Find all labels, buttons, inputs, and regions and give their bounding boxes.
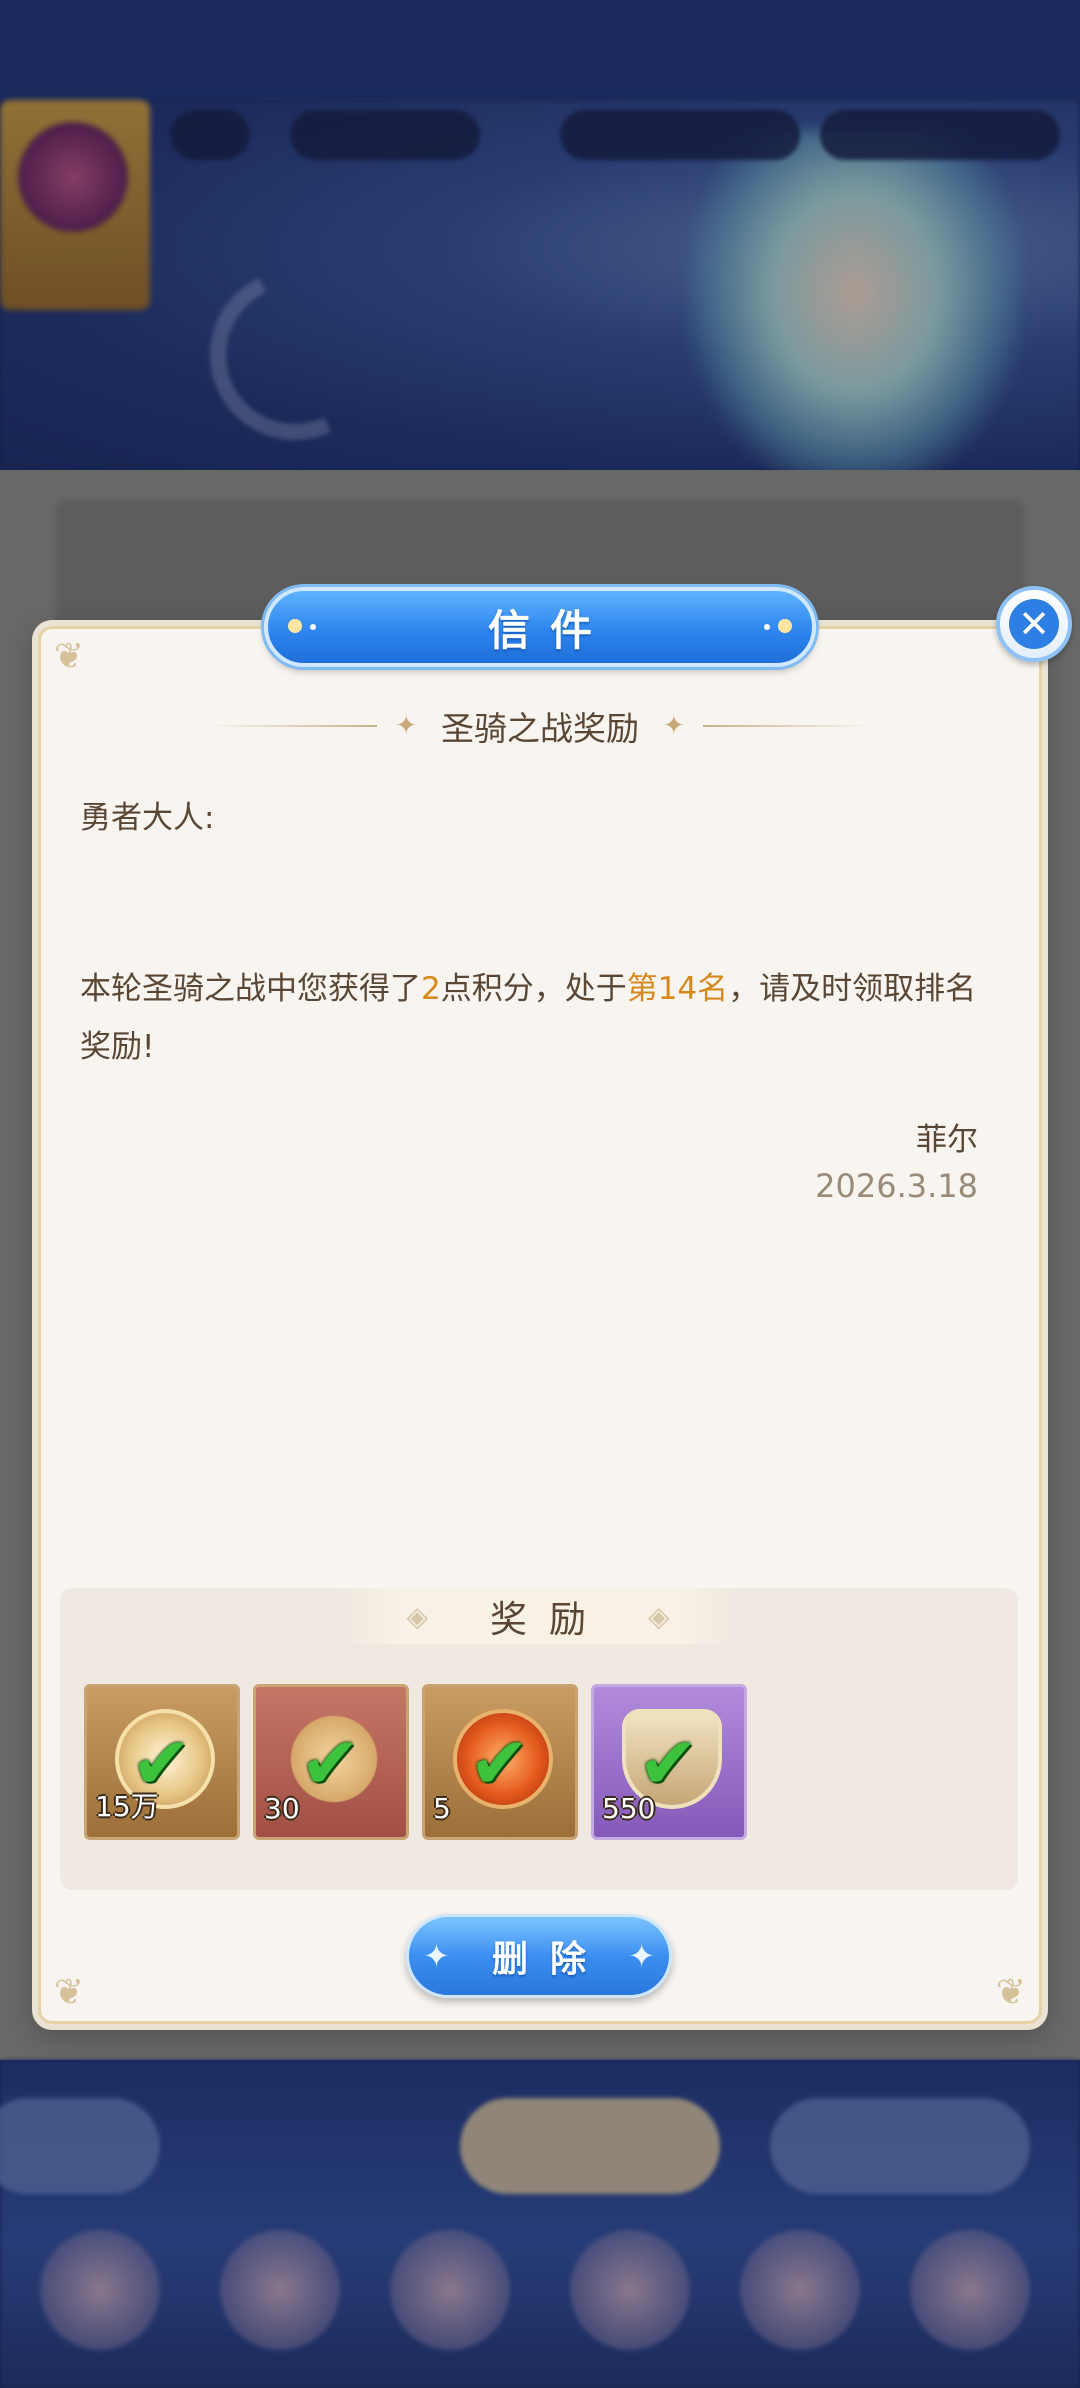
claimed-check-icon: ✔ — [300, 1721, 361, 1805]
divider-line — [207, 725, 378, 727]
letter-body: 本轮圣骑之战中您获得了2点积分，处于第14名，请及时领取排名奖励! — [80, 960, 1000, 1076]
reward-count: 5 — [433, 1792, 451, 1825]
body-text-part: 本轮圣骑之战中您获得了 — [80, 971, 421, 1007]
dialog-title-ribbon: 信件 — [264, 587, 816, 667]
ribbon-dot-icon — [310, 624, 316, 630]
diamond-ornament-icon: ◈ — [406, 1599, 428, 1633]
corner-ornament-icon: ❦ — [995, 1972, 1027, 2013]
letter-greeting: 勇者大人: — [80, 800, 215, 836]
close-button[interactable]: ✕ — [996, 586, 1072, 662]
body-text-part: 点积分，处于 — [440, 971, 627, 1007]
delete-button[interactable]: ✦ 删除 ✦ — [406, 1914, 672, 1998]
rewards-header: ◈ 奖励 ◈ — [338, 1588, 738, 1644]
ribbon-dot-icon — [778, 619, 792, 633]
sparkle-icon: ✦ — [423, 1937, 450, 1975]
reward-item-gold-coin[interactable]: ✔ 15万 — [84, 1684, 240, 1840]
sparkle-icon: ✦ — [628, 1937, 655, 1975]
delete-label: 删除 — [491, 1939, 608, 1980]
diamond-ornament-icon: ◈ — [648, 1599, 670, 1633]
corner-ornament-icon: ❦ — [53, 1972, 85, 2013]
letter-subject: 圣骑之战奖励 — [441, 709, 639, 748]
points-value: 2 — [421, 971, 441, 1007]
rank-value: 第14名 — [626, 971, 729, 1007]
reward-item-fire-orb[interactable]: ✔ 5 — [422, 1684, 578, 1840]
reward-count: 550 — [602, 1792, 656, 1825]
letter-date: 2026.3.18 — [815, 1167, 978, 1205]
claimed-check-icon: ✔ — [638, 1721, 699, 1805]
reward-count: 30 — [264, 1792, 300, 1825]
rewards-label: 奖励 — [490, 1598, 608, 1641]
letter-subject-row: ✦ 圣骑之战奖励 ✦ — [38, 696, 1042, 756]
corner-ornament-icon: ❦ — [53, 636, 85, 677]
ribbon-dot-icon — [764, 624, 770, 630]
reward-count: 15万 — [95, 1790, 159, 1823]
sparkle-icon: ✦ — [663, 711, 685, 741]
reward-item-badge[interactable]: ✔ 550 — [591, 1684, 747, 1840]
sparkle-icon: ✦ — [395, 711, 417, 741]
close-icon: ✕ — [1009, 599, 1059, 649]
claimed-check-icon: ✔ — [469, 1721, 530, 1805]
letter-signature: 菲尔 — [916, 1122, 978, 1158]
dialog-title: 信件 — [487, 605, 612, 655]
divider-line — [702, 725, 873, 727]
reward-item-dragon[interactable]: ✔ 30 — [253, 1684, 409, 1840]
ribbon-dot-icon — [288, 619, 302, 633]
